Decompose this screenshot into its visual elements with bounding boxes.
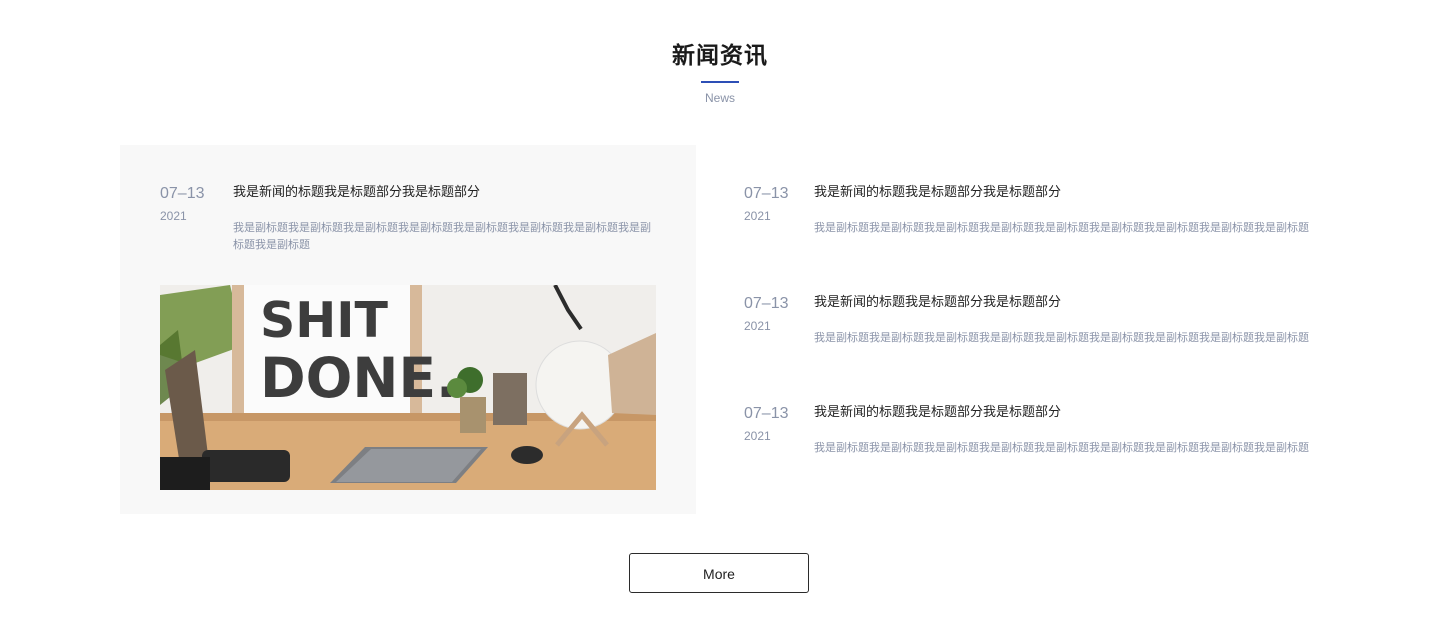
news-item-2-date: 07–13 2021 <box>744 294 789 334</box>
news-item-1-summary: 我是副标题我是副标题我是副标题我是副标题我是副标题我是副标题我是副标题我是副标题… <box>814 221 1309 234</box>
featured-news-date: 07–13 2021 <box>160 184 205 224</box>
title-underline <box>701 81 739 83</box>
news-date-day: 07–13 <box>744 295 789 312</box>
featured-news-summary: 我是副标题我是副标题我是副标题我是副标题我是副标题我是副标题我是副标题我是副标题… <box>233 221 651 251</box>
news-item-2-title[interactable]: 我是新闻的标题我是标题部分我是标题部分 <box>814 294 1061 312</box>
news-item-3-date: 07–13 2021 <box>744 404 789 444</box>
featured-news-title[interactable]: 我是新闻的标题我是标题部分我是标题部分 <box>233 184 480 202</box>
news-date-year: 2021 <box>744 209 771 223</box>
section-subtitle: News <box>704 91 735 105</box>
desk-photo-illustration: SHIT DONE. <box>160 285 656 490</box>
featured-news-image[interactable]: SHIT DONE. <box>160 285 656 490</box>
news-date-year: 2021 <box>160 209 187 223</box>
poster-word-shit: SHIT <box>260 292 389 349</box>
news-item-1-date: 07–13 2021 <box>744 184 789 224</box>
news-date-year: 2021 <box>744 319 771 333</box>
section-title: 新闻资讯 <box>672 43 768 69</box>
news-date-day: 07–13 <box>744 185 789 202</box>
news-date-year: 2021 <box>744 429 771 443</box>
news-date-day: 07–13 <box>160 185 205 202</box>
news-item-3-summary: 我是副标题我是副标题我是副标题我是副标题我是副标题我是副标题我是副标题我是副标题… <box>814 441 1309 454</box>
news-item-3-title[interactable]: 我是新闻的标题我是标题部分我是标题部分 <box>814 404 1061 422</box>
news-item-1-title[interactable]: 我是新闻的标题我是标题部分我是标题部分 <box>814 184 1061 202</box>
section-header: 新闻资讯 News <box>0 38 1440 106</box>
news-item-2-summary: 我是副标题我是副标题我是副标题我是副标题我是副标题我是副标题我是副标题我是副标题… <box>814 331 1309 344</box>
more-button[interactable]: More <box>629 553 809 593</box>
news-date-day: 07–13 <box>744 405 789 422</box>
poster-word-done: DONE. <box>260 346 457 410</box>
